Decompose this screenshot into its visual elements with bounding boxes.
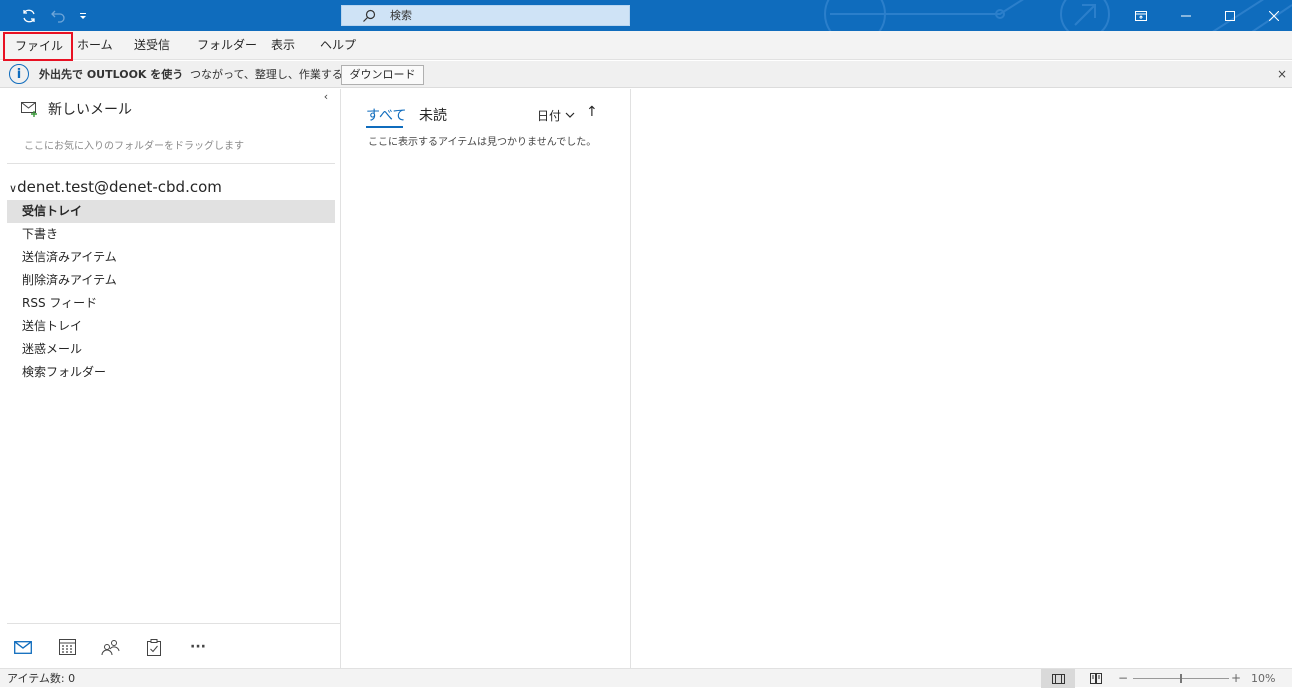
title-bar [0, 0, 1292, 31]
info-bar: i 外出先で OUTLOOK を使う つながって、整理し、作業する ダウンロード… [0, 61, 1292, 88]
new-mail-icon [21, 101, 37, 117]
favorites-hint: ここにお気に入りのフォルダーをドラッグします [24, 141, 244, 152]
folder-list: 受信トレイ 下書き 送信済みアイテム 削除済みアイテム RSS フィード 送信ト… [7, 200, 335, 384]
reading-view-icon[interactable] [1081, 669, 1111, 688]
download-button[interactable]: ダウンロード [341, 65, 424, 85]
chevron-down-icon: ∨ [9, 182, 18, 195]
normal-view-icon[interactable] [1041, 669, 1075, 688]
info-icon: i [9, 64, 29, 84]
menu-folder[interactable]: フォルダー [197, 31, 257, 60]
info-title: 外出先で OUTLOOK を使う [39, 68, 184, 81]
close-icon[interactable] [1252, 0, 1292, 31]
menu-home[interactable]: ホーム [77, 31, 113, 60]
ribbon-display-options-icon[interactable] [1119, 0, 1163, 31]
info-close-icon[interactable]: × [1273, 61, 1291, 88]
new-mail-label: 新しいメール [48, 102, 132, 118]
search-icon [363, 9, 376, 22]
search-input[interactable] [390, 9, 620, 22]
account-name: denet.test@denet-cbd.com [17, 178, 222, 196]
folder-junk[interactable]: 迷惑メール [7, 338, 335, 361]
folder-rss-feeds[interactable]: RSS フィード [7, 292, 335, 315]
chevron-down-icon [565, 112, 575, 118]
sort-direction-button[interactable]: ↑ [586, 104, 598, 120]
folder-sent-items[interactable]: 送信済みアイテム [7, 246, 335, 269]
tab-underline [366, 126, 403, 128]
folder-outbox[interactable]: 送信トレイ [7, 315, 335, 338]
status-bar: アイテム数: 0 − + 10% [0, 668, 1292, 688]
menu-view[interactable]: 表示 [271, 31, 295, 60]
sort-label: 日付 [537, 109, 562, 123]
divider [7, 163, 335, 164]
message-list: すべて 未読 日付 ↑ ここに表示するアイテムは見つかりませんでした。 [341, 89, 631, 668]
folder-search-folders[interactable]: 検索フォルダー [7, 361, 335, 384]
minimize-icon[interactable] [1164, 0, 1208, 31]
menu-send-receive[interactable]: 送受信 [134, 31, 170, 60]
empty-message: ここに表示するアイテムは見つかりませんでした。 [368, 137, 597, 148]
zoom-out-button[interactable]: − [1118, 669, 1128, 688]
calendar-icon[interactable] [54, 634, 80, 660]
new-mail-button[interactable]: 新しいメール [21, 99, 132, 119]
item-count: アイテム数: 0 [7, 672, 76, 685]
people-icon[interactable] [97, 634, 123, 660]
menu-file[interactable]: ファイル [3, 32, 73, 61]
menu-help[interactable]: ヘルプ [320, 31, 356, 60]
zoom-in-button[interactable]: + [1231, 669, 1241, 688]
folder-inbox[interactable]: 受信トレイ [7, 200, 335, 223]
mail-icon[interactable] [10, 634, 36, 660]
zoom-slider-thumb[interactable] [1180, 674, 1182, 683]
zoom-level[interactable]: 10% [1251, 669, 1275, 688]
folder-pane: ‹ 新しいメール ここにお気に入りのフォルダーをドラッグします ∨denet.t… [0, 89, 341, 668]
more-icon[interactable]: ··· [185, 634, 211, 660]
customize-qat-icon[interactable] [68, 0, 98, 31]
sort-by-button[interactable]: 日付 [537, 107, 575, 124]
reading-pane [632, 89, 1292, 668]
module-nav-bar: ··· [0, 634, 340, 660]
maximize-icon[interactable] [1208, 0, 1252, 31]
folder-deleted-items[interactable]: 削除済みアイテム [7, 269, 335, 292]
account-header[interactable]: ∨denet.test@denet-cbd.com [9, 178, 222, 196]
divider [7, 623, 341, 624]
tab-all[interactable]: すべて [366, 105, 406, 125]
tasks-icon[interactable] [141, 634, 167, 660]
collapse-pane-icon[interactable]: ‹ [319, 89, 333, 105]
tab-unread[interactable]: 未読 [419, 105, 447, 125]
search-box[interactable] [341, 5, 630, 26]
folder-drafts[interactable]: 下書き [7, 223, 335, 246]
sync-icon[interactable] [14, 0, 44, 31]
info-text: つながって、整理し、作業する [190, 68, 343, 81]
menu-bar: ファイル ホーム 送受信 フォルダー 表示 ヘルプ [0, 31, 1292, 61]
